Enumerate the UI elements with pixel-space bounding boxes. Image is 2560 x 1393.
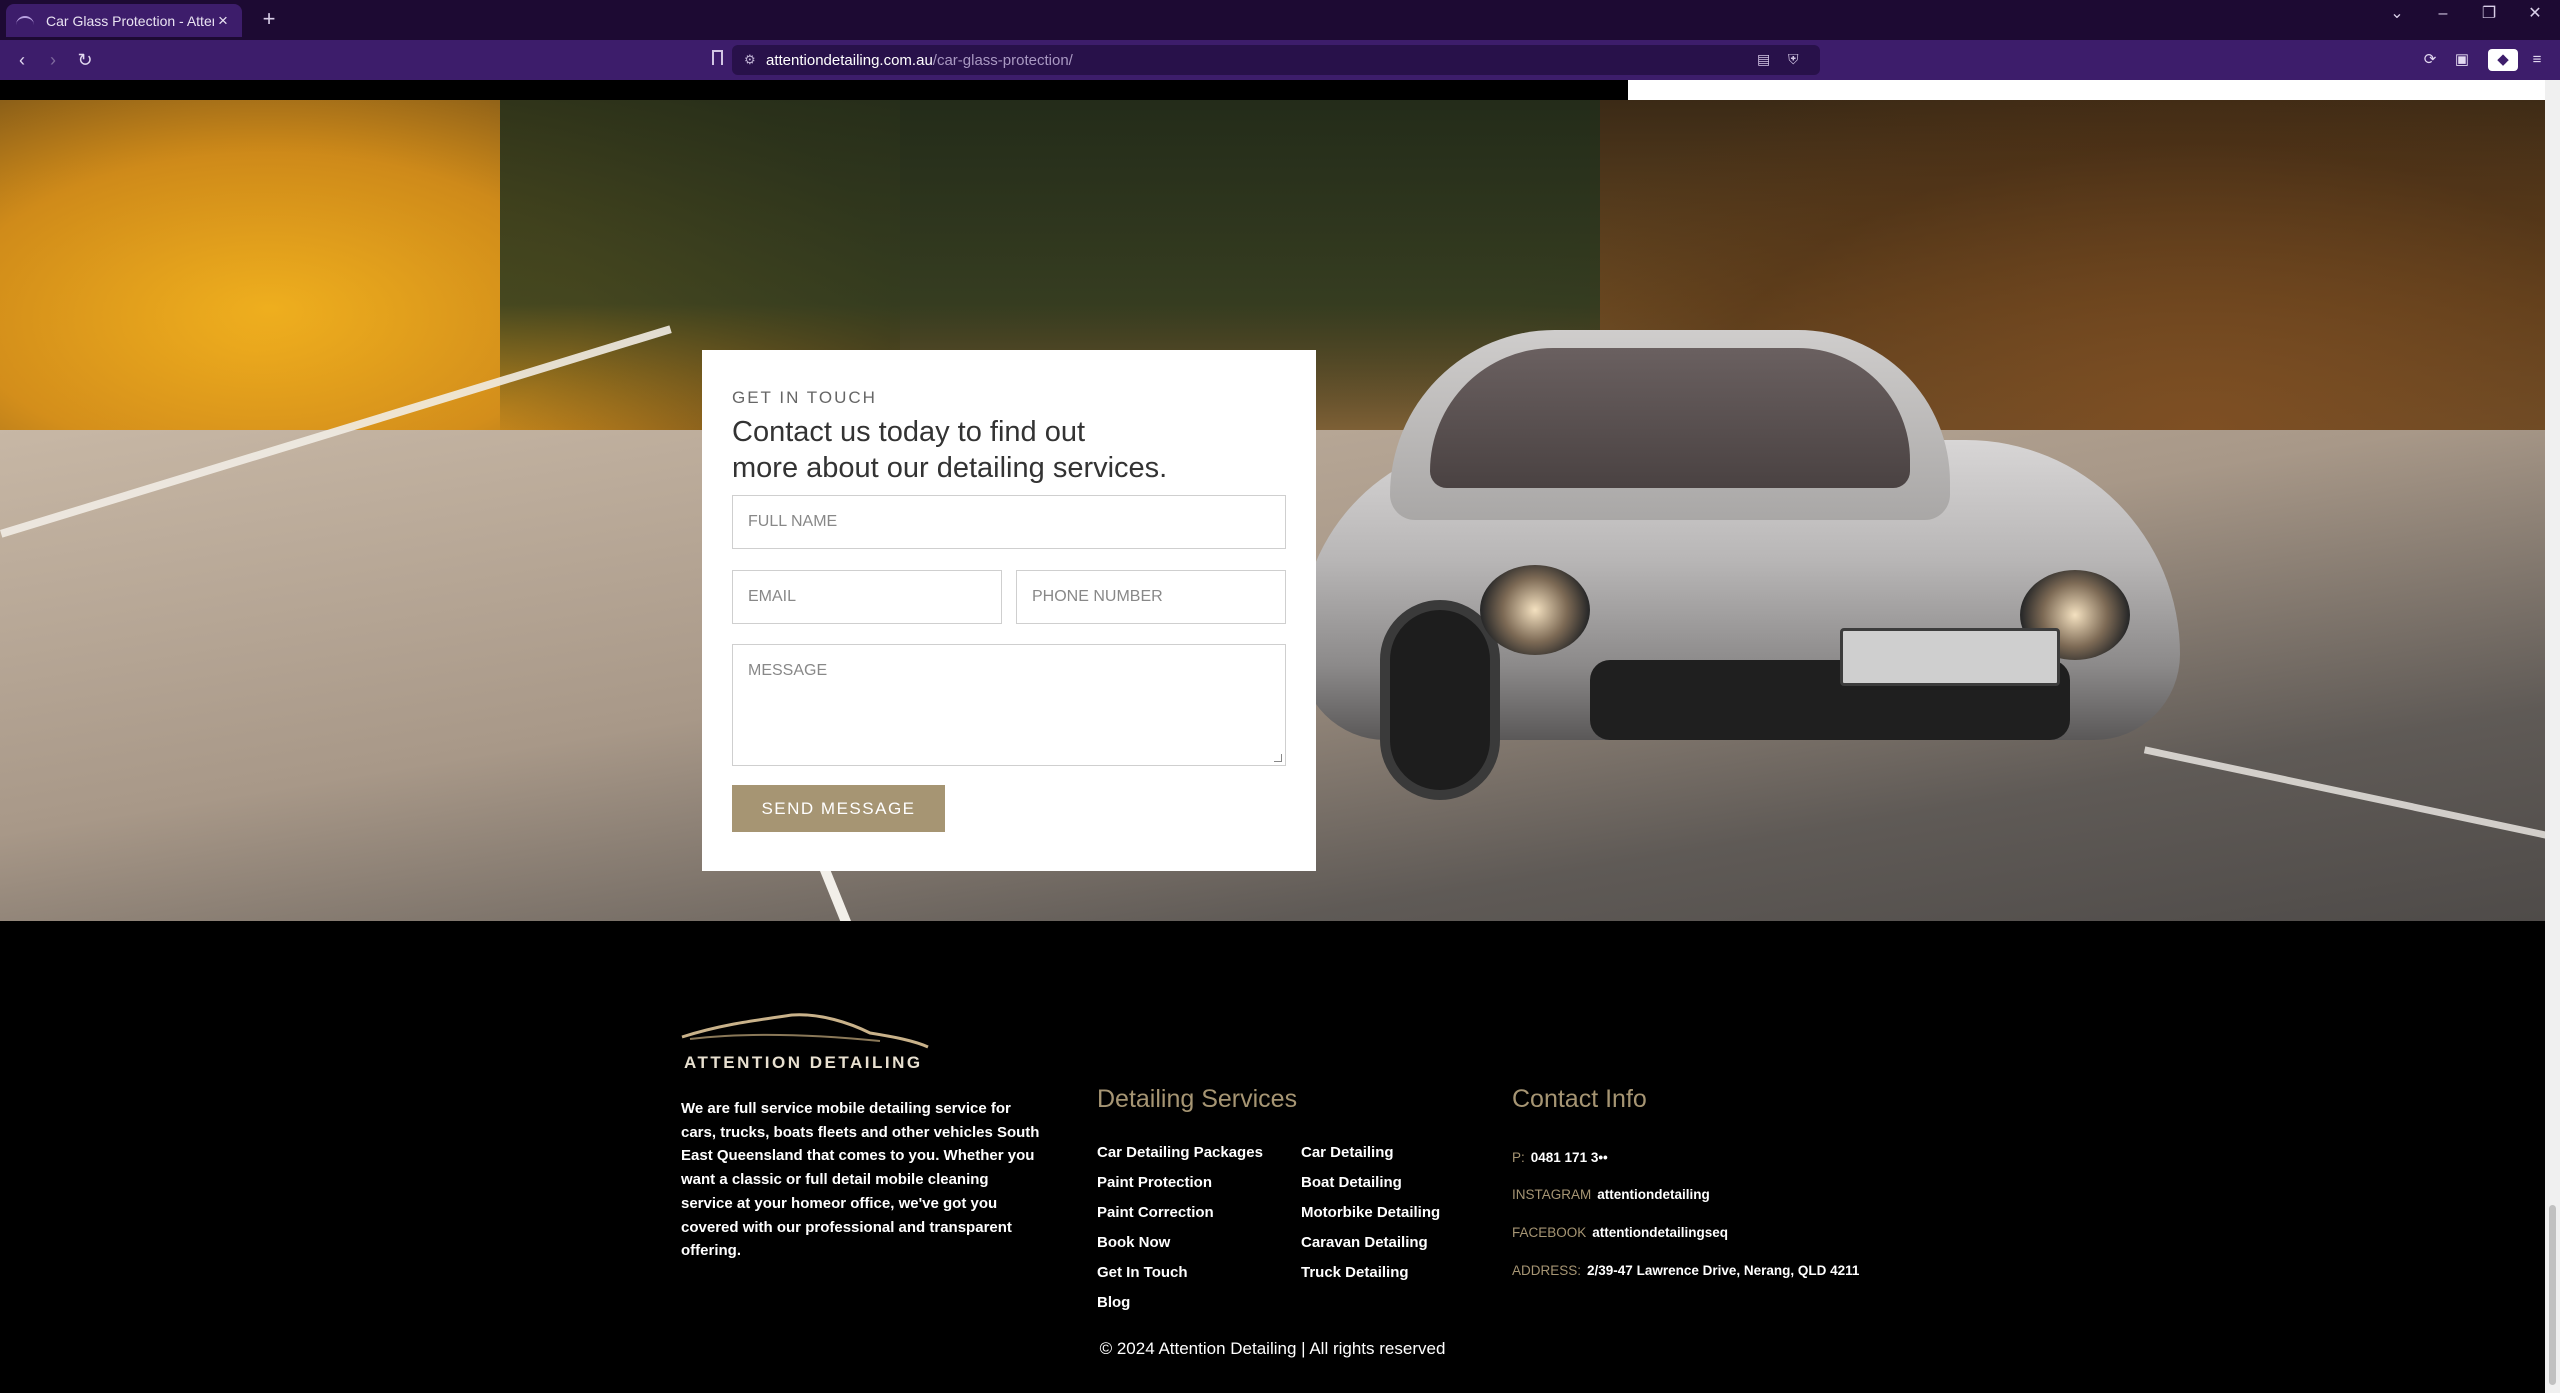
phone-placeholder: PHONE NUMBER [1032, 588, 1163, 605]
shield-icon[interactable]: ⛨ [1788, 51, 1799, 68]
attention-detailing-logo[interactable]: ATTENTION DETAILING [680, 1011, 930, 1081]
facebook-link[interactable]: attentiondetailingseq [1592, 1225, 1728, 1240]
reader-mode-icon[interactable]: ▤ [1757, 51, 1770, 68]
send-message-button[interactable]: SEND MESSAGE [732, 785, 945, 832]
menu-icon[interactable]: ≡ [2526, 49, 2548, 71]
services-heading: Detailing Services [1097, 1085, 1298, 1113]
contact-heading-line2: more about our detailing services. [732, 452, 1168, 484]
message-textarea[interactable]: MESSAGE [732, 644, 1286, 766]
instagram-label: INSTAGRAM [1512, 1187, 1592, 1202]
scrollbar-thumb[interactable] [2549, 1205, 2556, 1385]
page-scrollbar[interactable] [2545, 80, 2560, 1393]
footer-link-truck-detailing[interactable]: Truck Detailing [1301, 1264, 1409, 1281]
contact-info-heading: Contact Info [1512, 1085, 1647, 1113]
car-windshield [1430, 348, 1910, 488]
phone-label: P: [1512, 1150, 1525, 1165]
phone-input[interactable]: PHONE NUMBER [1016, 570, 1286, 624]
footer-link-car-detailing[interactable]: Car Detailing [1301, 1144, 1394, 1161]
tab-title: Car Glass Protection - Attention [46, 12, 214, 29]
contact-address-row: ADDRESS: 2/39-47 Lawrence Drive, Nerang, … [1512, 1263, 1859, 1278]
contact-heading: Contact us today to find out more about … [732, 414, 1286, 486]
close-window-icon[interactable]: ✕ [2512, 0, 2558, 30]
section-edge [1628, 80, 2545, 100]
extension-icon[interactable]: ◆ [2488, 49, 2518, 71]
footer-link-boat-detailing[interactable]: Boat Detailing [1301, 1174, 1402, 1191]
url-domain: attentiondetailing.com.au [766, 51, 933, 69]
reload-icon[interactable]: ↻ [72, 48, 98, 72]
browser-toolbar: ‹ › ↻ ⚙ attentiondetailing.com.au /car-g… [0, 40, 2560, 80]
footer-link-paint-correction[interactable]: Paint Correction [1097, 1204, 1214, 1221]
footer-link-get-in-touch[interactable]: Get In Touch [1097, 1264, 1188, 1281]
car-license-plate [1840, 628, 2060, 686]
forward-icon[interactable]: › [40, 48, 66, 72]
site-footer: ATTENTION DETAILING We are full service … [0, 921, 2545, 1393]
logo-text: ATTENTION DETAILING [684, 1053, 923, 1072]
about-text: We are full service mobile detailing ser… [681, 1100, 1040, 1260]
full-name-placeholder: FULL NAME [748, 513, 838, 530]
contact-form-card: GET IN TOUCH Contact us today to find ou… [702, 350, 1316, 871]
site-info-icon[interactable]: ⚙ [744, 52, 766, 68]
address-bar[interactable]: ⚙ attentiondetailing.com.au /car-glass-p… [732, 45, 1820, 75]
contact-phone-row: P: 0481 171 3•• [1512, 1150, 1608, 1165]
minimize-icon[interactable]: – [2420, 0, 2466, 30]
facebook-label: FACEBOOK [1512, 1225, 1587, 1240]
contact-instagram-row: INSTAGRAM attentiondetailing [1512, 1187, 1710, 1202]
footer-link-paint-protection[interactable]: Paint Protection [1097, 1174, 1212, 1191]
resize-handle-icon[interactable] [1274, 754, 1282, 762]
back-icon[interactable]: ‹ [9, 48, 35, 72]
footer-link-motorbike-detailing[interactable]: Motorbike Detailing [1301, 1204, 1440, 1221]
copyright-text: © 2024 Attention Detailing | All rights … [1099, 1339, 1446, 1358]
hero-background-image: GET IN TOUCH Contact us today to find ou… [0, 100, 2545, 921]
contact-heading-line1: Contact us today to find out [732, 416, 1086, 448]
contact-facebook-row: FACEBOOK attentiondetailingseq [1512, 1225, 1728, 1240]
bookmark-icon[interactable] [712, 50, 723, 65]
full-name-input[interactable]: FULL NAME [732, 495, 1286, 549]
tab-close-icon[interactable]: × [214, 11, 232, 31]
instagram-link[interactable]: attentiondetailing [1597, 1187, 1710, 1202]
car-image [1300, 330, 2200, 850]
new-tab-icon[interactable]: + [256, 6, 282, 32]
footer-link-blog[interactable]: Blog [1097, 1294, 1130, 1311]
email-placeholder: EMAIL [748, 588, 797, 605]
browser-tab-active[interactable]: Car Glass Protection - Attention × [6, 4, 242, 37]
sidebar-icon[interactable]: ▣ [2451, 49, 2473, 71]
message-placeholder: MESSAGE [748, 662, 828, 679]
site-favicon-icon [16, 15, 34, 26]
page-viewport: GET IN TOUCH Contact us today to find ou… [0, 80, 2545, 1393]
car-silhouette-logo-icon [681, 1013, 929, 1049]
url-path: /car-glass-protection/ [932, 51, 1073, 69]
sync-icon[interactable]: ⟳ [2419, 49, 2441, 71]
address-label: ADDRESS: [1512, 1263, 1582, 1278]
footer-link-car-detailing-packages[interactable]: Car Detailing Packages [1097, 1144, 1263, 1161]
address-value: 2/39-47 Lawrence Drive, Nerang, QLD 4211 [1587, 1263, 1860, 1278]
footer-link-caravan-detailing[interactable]: Caravan Detailing [1301, 1234, 1428, 1251]
tab-search-chevron-icon[interactable]: ⌄ [2374, 0, 2420, 30]
car-headlight-left [1480, 565, 1590, 655]
phone-value[interactable]: 0481 171 3•• [1531, 1150, 1608, 1165]
contact-eyebrow: GET IN TOUCH [732, 388, 877, 407]
restore-icon[interactable]: ❐ [2466, 0, 2512, 30]
footer-link-book-now[interactable]: Book Now [1097, 1234, 1170, 1251]
email-input[interactable]: EMAIL [732, 570, 1002, 624]
car-front-wheel [1380, 600, 1500, 800]
browser-tabbar: Car Glass Protection - Attention × + ⌄ –… [0, 0, 2560, 40]
